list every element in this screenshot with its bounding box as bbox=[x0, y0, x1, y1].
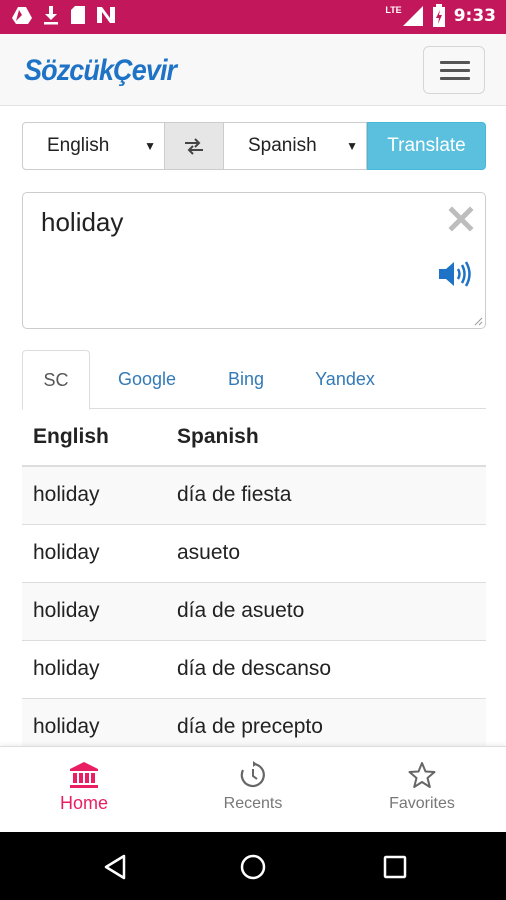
source-word: holiday bbox=[33, 483, 100, 506]
system-navigation-bar bbox=[0, 832, 506, 900]
hamburger-line bbox=[440, 77, 470, 80]
menu-button[interactable] bbox=[423, 46, 485, 94]
drive-icon bbox=[12, 7, 32, 24]
source-word: holiday bbox=[33, 657, 100, 680]
notification-icons bbox=[12, 5, 118, 25]
nav-favorites[interactable]: Favorites bbox=[338, 747, 506, 833]
source-word: holiday bbox=[33, 715, 100, 738]
n-app-icon bbox=[97, 7, 115, 23]
language-bar: English ▼ Spanish ▼ Translate bbox=[22, 122, 486, 170]
bank-building-icon bbox=[70, 762, 98, 788]
translation: día de asueto bbox=[177, 599, 305, 622]
nav-home[interactable]: Home bbox=[0, 747, 168, 833]
sd-card-icon bbox=[71, 6, 85, 24]
table-row[interactable]: holiday día de fiesta bbox=[22, 467, 486, 525]
caret-down-icon: ▼ bbox=[346, 139, 358, 153]
source-language-select[interactable]: English ▼ bbox=[22, 122, 165, 170]
network-type: LTE bbox=[385, 5, 402, 15]
star-icon bbox=[408, 762, 436, 788]
swap-languages-button[interactable] bbox=[165, 122, 223, 170]
table-row[interactable]: holiday asueto bbox=[22, 525, 486, 583]
app-header: SözcükÇevir bbox=[0, 34, 506, 106]
results-table: English Spanish holiday día de fiesta ho… bbox=[22, 409, 486, 757]
source-word: holiday bbox=[33, 541, 100, 564]
table-row[interactable]: holiday día de descanso bbox=[22, 641, 486, 699]
provider-tabs: SC Google Bing Yandex bbox=[22, 350, 486, 410]
source-language-value: English bbox=[47, 135, 110, 156]
column-header-target: Spanish bbox=[177, 425, 259, 448]
status-bar: LTE 9:33 bbox=[0, 0, 506, 34]
resize-handle-icon[interactable] bbox=[473, 316, 483, 326]
source-word: holiday bbox=[33, 599, 100, 622]
column-header-source: English bbox=[33, 425, 109, 448]
overview-square-icon[interactable] bbox=[380, 852, 410, 882]
tab-yandex[interactable]: Yandex bbox=[306, 350, 384, 409]
table-header: English Spanish bbox=[22, 409, 486, 467]
history-icon bbox=[240, 761, 265, 788]
nav-home-label: Home bbox=[59, 793, 108, 813]
home-circle-icon[interactable] bbox=[238, 852, 268, 882]
nav-recents-label: Recents bbox=[223, 795, 283, 812]
translate-button[interactable]: Translate bbox=[367, 122, 486, 170]
table-row[interactable]: holiday día de asueto bbox=[22, 583, 486, 641]
text-input[interactable]: holiday bbox=[22, 192, 486, 329]
speaker-icon[interactable] bbox=[437, 259, 473, 289]
signal-icon bbox=[402, 6, 423, 26]
target-language-select[interactable]: Spanish ▼ bbox=[223, 122, 367, 170]
clock: 9:33 bbox=[453, 6, 496, 26]
battery-icon bbox=[432, 4, 445, 27]
system-icons: LTE 9:33 bbox=[385, 4, 496, 28]
bottom-navigation: Home Recents Favorites bbox=[0, 746, 506, 832]
tab-google[interactable]: Google bbox=[108, 350, 186, 409]
swap-arrows-icon bbox=[185, 138, 203, 155]
download-icon bbox=[44, 6, 58, 25]
translation: día de precepto bbox=[177, 715, 323, 738]
translation: día de fiesta bbox=[177, 483, 292, 506]
back-icon[interactable] bbox=[100, 852, 130, 882]
app-logo[interactable]: SözcükÇevir bbox=[24, 54, 177, 88]
hamburger-line bbox=[440, 69, 470, 72]
nav-recents[interactable]: Recents bbox=[169, 747, 337, 833]
close-icon[interactable] bbox=[447, 205, 475, 233]
target-language-value: Spanish bbox=[248, 135, 317, 156]
nav-favorites-label: Favorites bbox=[389, 795, 455, 812]
tab-bing[interactable]: Bing bbox=[218, 350, 274, 409]
tab-sc[interactable]: SC bbox=[22, 350, 90, 410]
translation: día de descanso bbox=[177, 657, 332, 680]
hamburger-menu-icon bbox=[440, 61, 470, 64]
translation: asueto bbox=[177, 541, 241, 564]
caret-down-icon: ▼ bbox=[144, 139, 156, 153]
input-value: holiday bbox=[41, 207, 124, 237]
